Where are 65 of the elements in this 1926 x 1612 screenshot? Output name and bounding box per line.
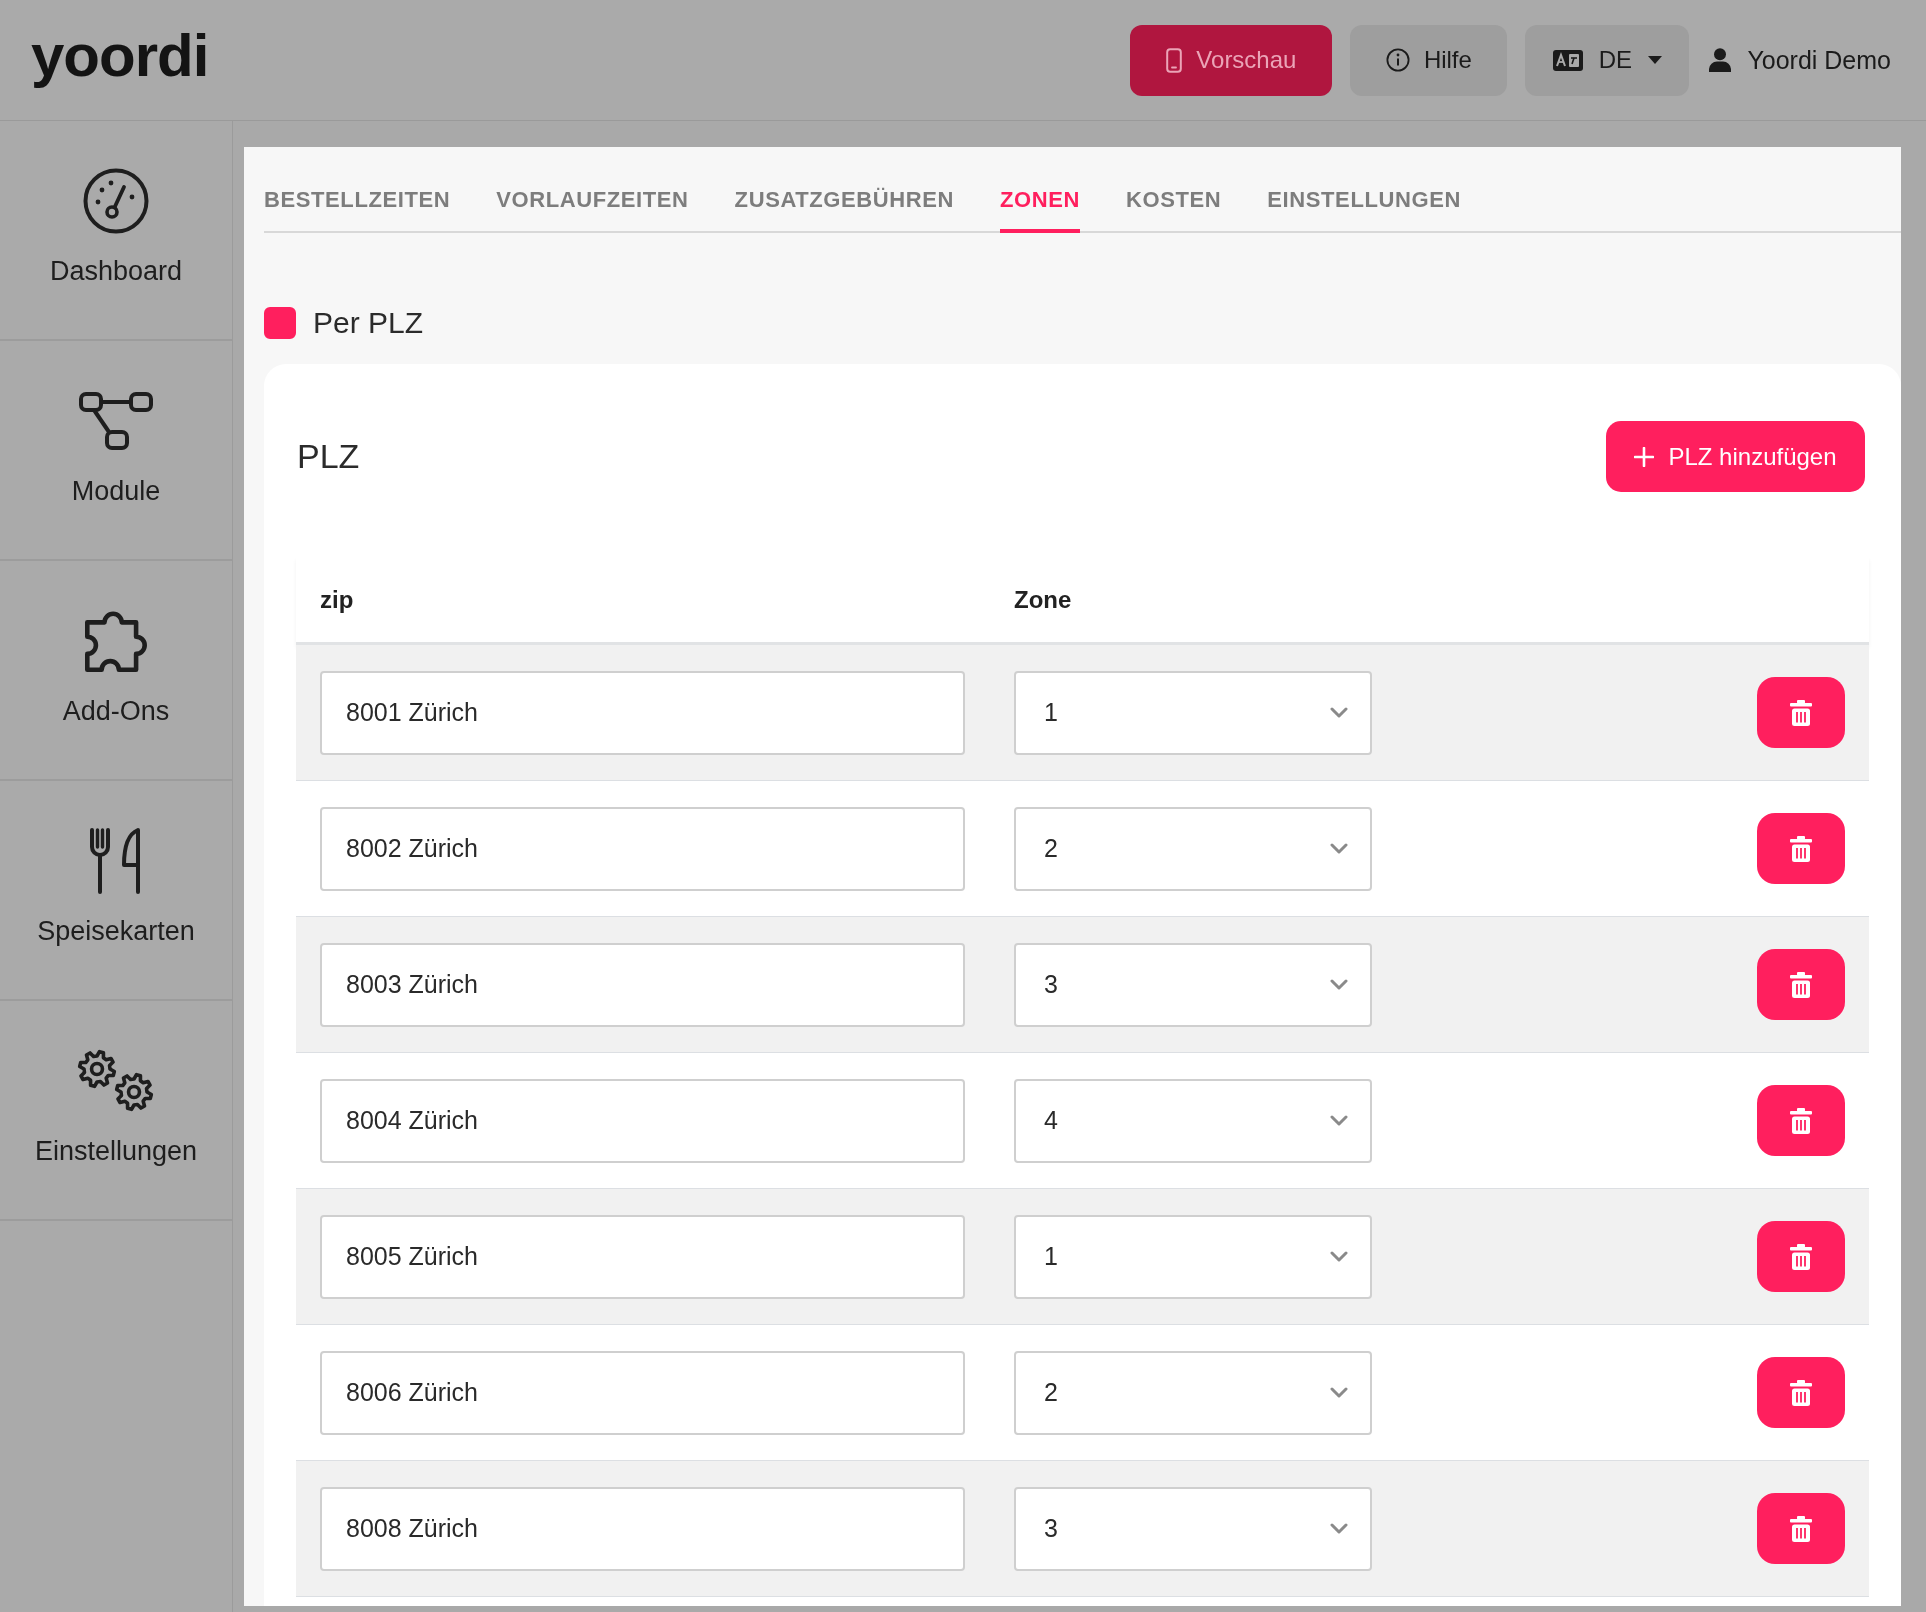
delete-button[interactable]: [1757, 677, 1845, 748]
checkbox-label: Per PLZ: [313, 306, 424, 340]
tab[interactable]: BESTELLZEITEN: [264, 147, 451, 233]
sidebar-item-label: Einstellungen: [34, 1135, 198, 1167]
column-header: Zone: [1014, 585, 1073, 614]
zone-select[interactable]: 3: [1014, 942, 1372, 1027]
caret-down-icon: [1648, 56, 1663, 64]
node-graph-icon: [79, 392, 153, 450]
sidebar-item-label: Add-Ons: [62, 695, 170, 727]
column-header: zip: [320, 585, 355, 614]
trash-icon: [1790, 835, 1812, 862]
checkbox[interactable]: [264, 307, 296, 339]
phone-icon: [1166, 47, 1183, 73]
zone-select[interactable]: 2: [1014, 806, 1372, 891]
trash-icon: [1790, 1515, 1812, 1542]
language-button[interactable]: DE: [1525, 24, 1690, 96]
chevron-down-icon: [1330, 979, 1348, 990]
delete-button[interactable]: [1757, 1085, 1845, 1156]
puzzle-icon: [83, 608, 149, 674]
zone-select[interactable]: 4: [1014, 1078, 1372, 1163]
chevron-down-icon: [1330, 843, 1348, 854]
gauge-icon: [83, 168, 149, 234]
card-title: PLZ: [296, 437, 360, 476]
gears-icon: [77, 1049, 155, 1113]
chevron-down-icon: [1330, 707, 1348, 718]
zip-input[interactable]: 8003 Zürich: [320, 942, 965, 1027]
logo[interactable]: yoordi: [31, 26, 209, 86]
delete-button[interactable]: [1757, 1221, 1845, 1292]
delete-button[interactable]: [1757, 1493, 1845, 1564]
tab[interactable]: KOSTEN: [1126, 147, 1222, 233]
delete-button[interactable]: [1757, 949, 1845, 1020]
zip-input[interactable]: 8006 Zürich: [320, 1350, 965, 1435]
chevron-down-icon: [1330, 1523, 1348, 1534]
delete-button[interactable]: [1757, 813, 1845, 884]
trash-icon: [1790, 699, 1812, 726]
trash-icon: [1790, 1379, 1812, 1406]
zip-input[interactable]: 8004 Zürich: [320, 1078, 965, 1163]
tab[interactable]: EINSTELLUNGEN: [1267, 147, 1461, 233]
chevron-down-icon: [1330, 1115, 1348, 1126]
chevron-down-icon: [1330, 1387, 1348, 1398]
zip-input[interactable]: 8008 Zürich: [320, 1486, 965, 1571]
zone-select[interactable]: 2: [1014, 1350, 1372, 1435]
add-plz-button[interactable]: PLZ hinzufügen: [1606, 421, 1865, 492]
trash-icon: [1790, 1107, 1812, 1134]
translate-icon: [1552, 49, 1583, 71]
user-icon: [1709, 48, 1732, 72]
info-icon: [1385, 48, 1410, 72]
zone-select[interactable]: 3: [1014, 1486, 1372, 1571]
zone-select[interactable]: 1: [1014, 1214, 1372, 1299]
plus-icon: [1634, 446, 1655, 467]
delete-button[interactable]: [1757, 1357, 1845, 1428]
zip-input[interactable]: 8001 Zürich: [320, 670, 965, 755]
chevron-down-icon: [1330, 1251, 1348, 1262]
user-menu[interactable]: Yoordi Demo: [1709, 45, 1891, 75]
trash-icon: [1790, 971, 1812, 998]
tab[interactable]: ZUSATZGEBÜHREN: [734, 147, 955, 233]
trash-icon: [1790, 1243, 1812, 1270]
zone-select[interactable]: 1: [1014, 670, 1372, 755]
sidebar-item-label: Speisekarten: [37, 915, 195, 947]
sidebar-item-label: Module: [71, 475, 161, 507]
sidebar-item-label: Dashboard: [49, 255, 183, 287]
zip-input[interactable]: 8005 Zürich: [320, 1214, 965, 1299]
zip-input[interactable]: 8002 Zürich: [320, 806, 965, 891]
tab[interactable]: VORLAUFZEITEN: [496, 147, 689, 233]
help-button[interactable]: Hilfe: [1350, 24, 1508, 96]
